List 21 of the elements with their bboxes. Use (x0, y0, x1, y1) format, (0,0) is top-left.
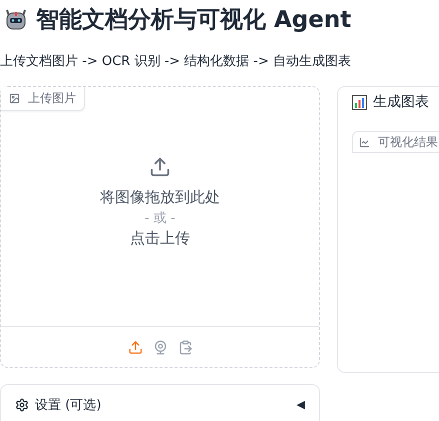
image-icon (9, 93, 20, 104)
bar-chart-icon (352, 94, 367, 110)
chart-icon (359, 136, 370, 148)
upload-label: 上传图片 (1, 87, 85, 111)
image-upload-panel[interactable]: 上传图片 将图像拖放到此处 - 或 - 点击上传 (0, 86, 320, 368)
pipeline-subtitle: 上传文档图片 -> OCR 识别 -> 结构化数据 -> 自动生成图表 (0, 53, 352, 70)
or-text: - 或 - (144, 210, 176, 226)
robot-icon (4, 7, 28, 31)
settings-accordion[interactable]: 设置 (可选) ◀ (0, 384, 320, 421)
app-title: 智能文档分析与可视化 Agent (36, 6, 352, 34)
settings-icon (15, 398, 29, 412)
collapse-toggle: ◀ (296, 398, 305, 411)
webcam-source-button[interactable] (152, 340, 168, 354)
drop-text: 将图像拖放到此处 (100, 188, 220, 206)
upload-icon (149, 156, 171, 178)
upload-source-button[interactable] (128, 340, 142, 354)
settings-title: 设置 (可选) (35, 396, 102, 414)
clipboard-source-button[interactable] (178, 340, 192, 354)
click-upload-text: 点击上传 (130, 228, 190, 248)
result-title: 生成图表 (373, 93, 429, 111)
visualization-label: 可视化结果 (352, 131, 439, 153)
